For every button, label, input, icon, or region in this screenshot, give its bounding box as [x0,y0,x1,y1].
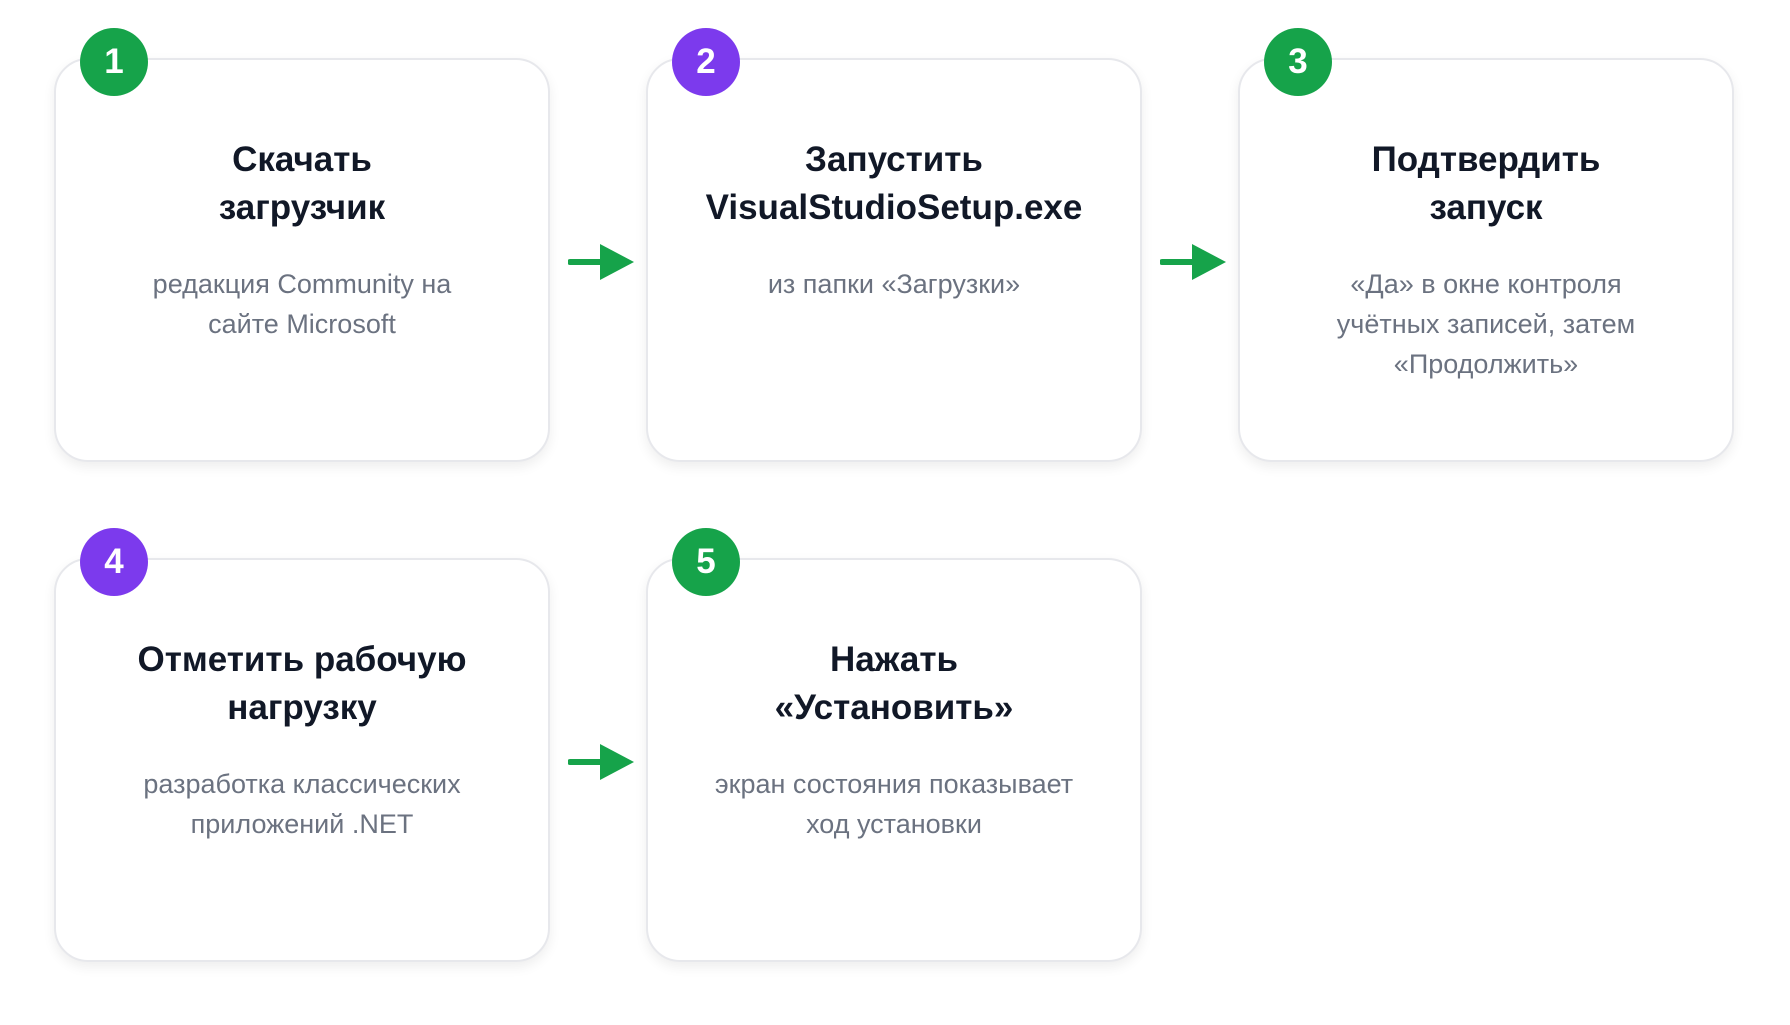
step-title-1: Скачать загрузчик [218,140,386,227]
step-content-2: Запустить VisualStudioSetup.exe из папки… [678,136,1110,304]
step-title-2: Запустить VisualStudioSetup.exe [705,140,1083,227]
arrow-right-icon [568,244,634,280]
step-content-1: Скачать загрузчик редакция Community на … [86,136,518,344]
step-badge-3: 3 [1264,28,1332,96]
step-badge-2: 2 [672,28,740,96]
step-content-4: Отметить рабочую нагрузку разработка кла… [86,636,518,844]
step-content-3: Подтвердить запуск «Да» в окне контроля … [1270,136,1702,384]
step-card-2: 2 Запустить VisualStudioSetup.exe из пап… [646,28,1142,462]
step-badge-1: 1 [80,28,148,96]
arrow-right-icon [568,744,634,780]
step-description-4: разработка классических приложений .NET [143,769,461,839]
step-title-4: Отметить рабочую нагрузку [137,640,467,727]
step-content-5: Нажать «Установить» экран состояния пока… [678,636,1110,844]
arrow-right-icon [1160,244,1226,280]
step-badge-4: 4 [80,528,148,596]
step-description-1: редакция Community на сайте Microsoft [152,269,452,339]
step-card-4: 4 Отметить рабочую нагрузку разработка к… [54,528,550,962]
step-title-3: Подтвердить запуск [1371,140,1601,227]
step-description-5: экран состояния показывает ход установки [714,769,1074,839]
step-card-5: 5 Нажать «Установить» экран состояния по… [646,528,1142,962]
step-badge-5: 5 [672,528,740,596]
step-title-5: Нажать «Установить» [774,640,1014,727]
step-description-3: «Да» в окне контроля учётных записей, за… [1336,269,1636,379]
step-description-2: из папки «Загрузки» [767,269,1021,299]
step-card-3: 3 Подтвердить запуск «Да» в окне контрол… [1238,28,1734,462]
step-card-1: 1 Скачать загрузчик редакция Community н… [54,28,550,462]
